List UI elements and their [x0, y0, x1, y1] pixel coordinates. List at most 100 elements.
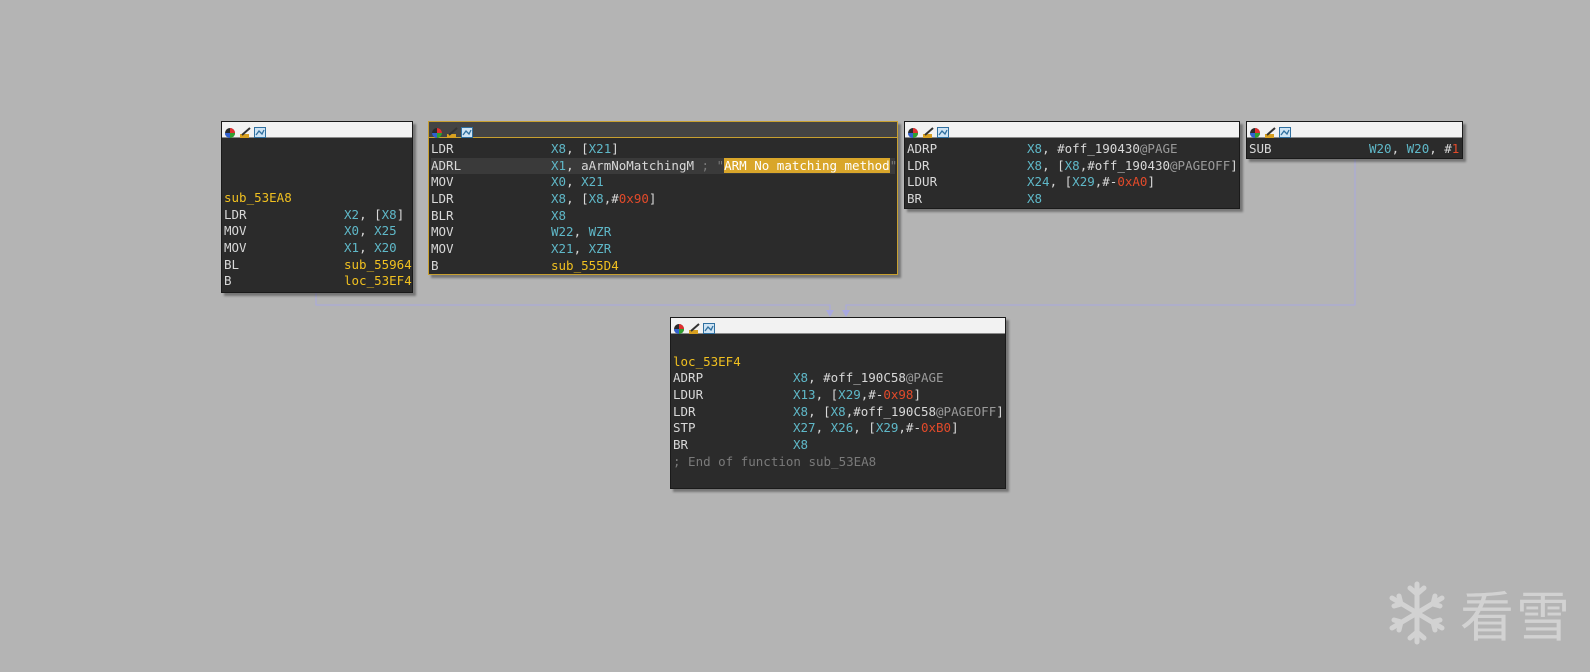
graph-view-icon[interactable]: [937, 124, 950, 138]
mnemonic[interactable]: MOV: [431, 224, 454, 241]
register-token[interactable]: X29: [876, 420, 899, 435]
register-token[interactable]: X8: [551, 191, 566, 206]
register-token[interactable]: X0: [551, 174, 566, 189]
register-token[interactable]: XZR: [589, 241, 612, 256]
register-token[interactable]: X1: [551, 158, 566, 173]
instruction-line[interactable]: Bsub_555D4: [431, 258, 895, 275]
code-label[interactable]: loc_53EF4: [673, 354, 1003, 371]
instruction-line[interactable]: ADRL X1, aArmNoMatchingM ; "ARM No matchi…: [431, 157, 897, 175]
register-token[interactable]: X20: [374, 240, 397, 255]
graph-node-adrp-block[interactable]: ADRP X8, #off_190430@PAGE LDR X8, [X8,#off_…: [904, 121, 1240, 209]
node-titlebar[interactable]: [429, 122, 897, 138]
operands[interactable]: X8, [X21]: [551, 141, 619, 158]
graph-view-icon[interactable]: [461, 124, 474, 138]
instruction-line[interactable]: BL sub_55964: [224, 257, 412, 274]
operands[interactable]: X1, aArmNoMatchingM ; "ARM No matching m…: [551, 157, 897, 175]
node-color-icon[interactable]: [224, 124, 237, 138]
branch-target[interactable]: sub_55964: [344, 257, 412, 272]
mnemonic[interactable]: BLR: [431, 208, 454, 225]
instruction-line[interactable]: MOV W22, WZR: [431, 224, 895, 241]
operands[interactable]: sub_555D4: [551, 258, 619, 275]
node-color-icon[interactable]: [673, 320, 686, 334]
instruction-line[interactable]: MOV X0, X21: [431, 174, 895, 191]
mnemonic[interactable]: STP: [673, 420, 696, 437]
operands[interactable]: X24, [X29,#-0xA0]: [1027, 174, 1155, 191]
mnemonic[interactable]: LDR: [224, 207, 247, 224]
branch-target[interactable]: sub_555D4: [551, 258, 619, 273]
code-comment[interactable]: ; End of function sub_53EA8: [673, 454, 1003, 471]
edit-node-icon[interactable]: [688, 320, 701, 334]
node-titlebar[interactable]: [905, 122, 1239, 138]
register-token[interactable]: X26: [831, 420, 854, 435]
instruction-line[interactable]: MOV X21, XZR: [431, 241, 895, 258]
instruction-line[interactable]: BR X8: [907, 191, 1237, 208]
instruction-line[interactable]: LDR X8, [X8,#off_190C58@PAGEOFF]: [673, 404, 1004, 421]
operands[interactable]: X21, XZR: [551, 241, 611, 258]
mnemonic[interactable]: LDUR: [907, 174, 937, 191]
instruction-line[interactable]: LDR X8, [X8,#0x90]: [431, 191, 895, 208]
instruction-line[interactable]: ADRP X8, #off_190430@PAGE: [907, 141, 1237, 158]
register-token[interactable]: W20: [1369, 141, 1392, 156]
node-color-icon[interactable]: [907, 124, 920, 138]
register-token[interactable]: X21: [551, 241, 574, 256]
register-token[interactable]: X24: [1027, 174, 1050, 189]
register-token[interactable]: W22: [551, 224, 574, 239]
mnemonic[interactable]: MOV: [431, 241, 454, 258]
register-token[interactable]: X8: [551, 208, 566, 223]
operands[interactable]: X8: [1027, 191, 1042, 208]
instruction-line[interactable]: Bloc_53EF4: [224, 273, 412, 290]
mnemonic[interactable]: MOV: [224, 240, 247, 257]
edit-node-icon[interactable]: [239, 124, 252, 138]
instruction-line[interactable]: LDR X8, [X8,#off_190430@PAGEOFF]: [907, 158, 1238, 175]
register-token[interactable]: W20: [1407, 141, 1430, 156]
register-token[interactable]: X8: [793, 437, 808, 452]
register-token[interactable]: X0: [344, 223, 359, 238]
mnemonic[interactable]: MOV: [431, 174, 454, 191]
operands[interactable]: X0, X21: [551, 174, 604, 191]
register-token[interactable]: X8: [589, 191, 604, 206]
mnemonic[interactable]: SUB: [1249, 141, 1272, 158]
mnemonic[interactable]: B: [431, 258, 439, 275]
graph-view-icon[interactable]: [703, 320, 716, 334]
graph-node-sub-53ea8[interactable]: sub_53EA8 LDR X2, [X8] MOV X0, X25 MOV X1, X20…: [221, 121, 413, 293]
operands[interactable]: X8, #off_190430@PAGE: [1027, 141, 1178, 158]
operands[interactable]: sub_55964: [344, 257, 412, 274]
graph-node-adrl-block[interactable]: LDR X8, [X21] ADRL X1, aArmNoMatchingM ; "A…: [428, 121, 898, 275]
operands[interactable]: X8, #off_190C58@PAGE: [793, 370, 944, 387]
register-token[interactable]: X8: [1027, 158, 1042, 173]
operands[interactable]: loc_53EF4: [344, 273, 412, 290]
mnemonic[interactable]: ADRP: [673, 370, 703, 387]
operands[interactable]: W22, WZR: [551, 224, 611, 241]
mnemonic[interactable]: B: [224, 273, 232, 290]
instruction-line[interactable]: LDR X8, [X21]: [431, 141, 895, 158]
node-color-icon[interactable]: [1249, 124, 1262, 138]
instruction-line[interactable]: LDR X2, [X8]: [224, 207, 410, 224]
register-token[interactable]: X8: [793, 370, 808, 385]
node-titlebar[interactable]: [222, 122, 412, 138]
instruction-line[interactable]: BR X8: [673, 437, 1003, 454]
mnemonic[interactable]: LDUR: [673, 387, 703, 404]
operands[interactable]: X2, [X8]: [344, 207, 404, 224]
label-text[interactable]: sub_53EA8: [224, 190, 292, 205]
register-token[interactable]: X8: [551, 141, 566, 156]
label-text[interactable]: loc_53EF4: [673, 354, 741, 369]
operands[interactable]: X8: [793, 437, 808, 454]
operands[interactable]: X0, X25: [344, 223, 397, 240]
register-token[interactable]: X8: [1065, 158, 1080, 173]
register-token[interactable]: X13: [793, 387, 816, 402]
operands[interactable]: X8, [X8,#0x90]: [551, 191, 656, 208]
instruction-line[interactable]: STP X27, X26, [X29,#-0xB0]: [673, 420, 1003, 437]
node-titlebar[interactable]: [671, 318, 1005, 334]
graph-node-sub-block[interactable]: SUB W20, W20, #1: [1246, 121, 1463, 159]
mnemonic[interactable]: BL: [224, 257, 239, 274]
mnemonic[interactable]: MOV: [224, 223, 247, 240]
graph-node-loc-53ef4[interactable]: loc_53EF4 ADRP X8, #off_190C58@PAGE LDUR X13…: [670, 317, 1006, 489]
operands[interactable]: X8: [551, 208, 566, 225]
mnemonic[interactable]: ADRP: [907, 141, 937, 158]
register-token[interactable]: X8: [831, 404, 846, 419]
code-label[interactable]: sub_53EA8: [224, 190, 410, 207]
mnemonic[interactable]: LDR: [673, 404, 696, 421]
operands[interactable]: X8, [X8,#off_190C58@PAGEOFF]: [793, 404, 1004, 421]
operands[interactable]: W20, W20, #1: [1369, 141, 1459, 158]
register-token[interactable]: X2: [344, 207, 359, 222]
